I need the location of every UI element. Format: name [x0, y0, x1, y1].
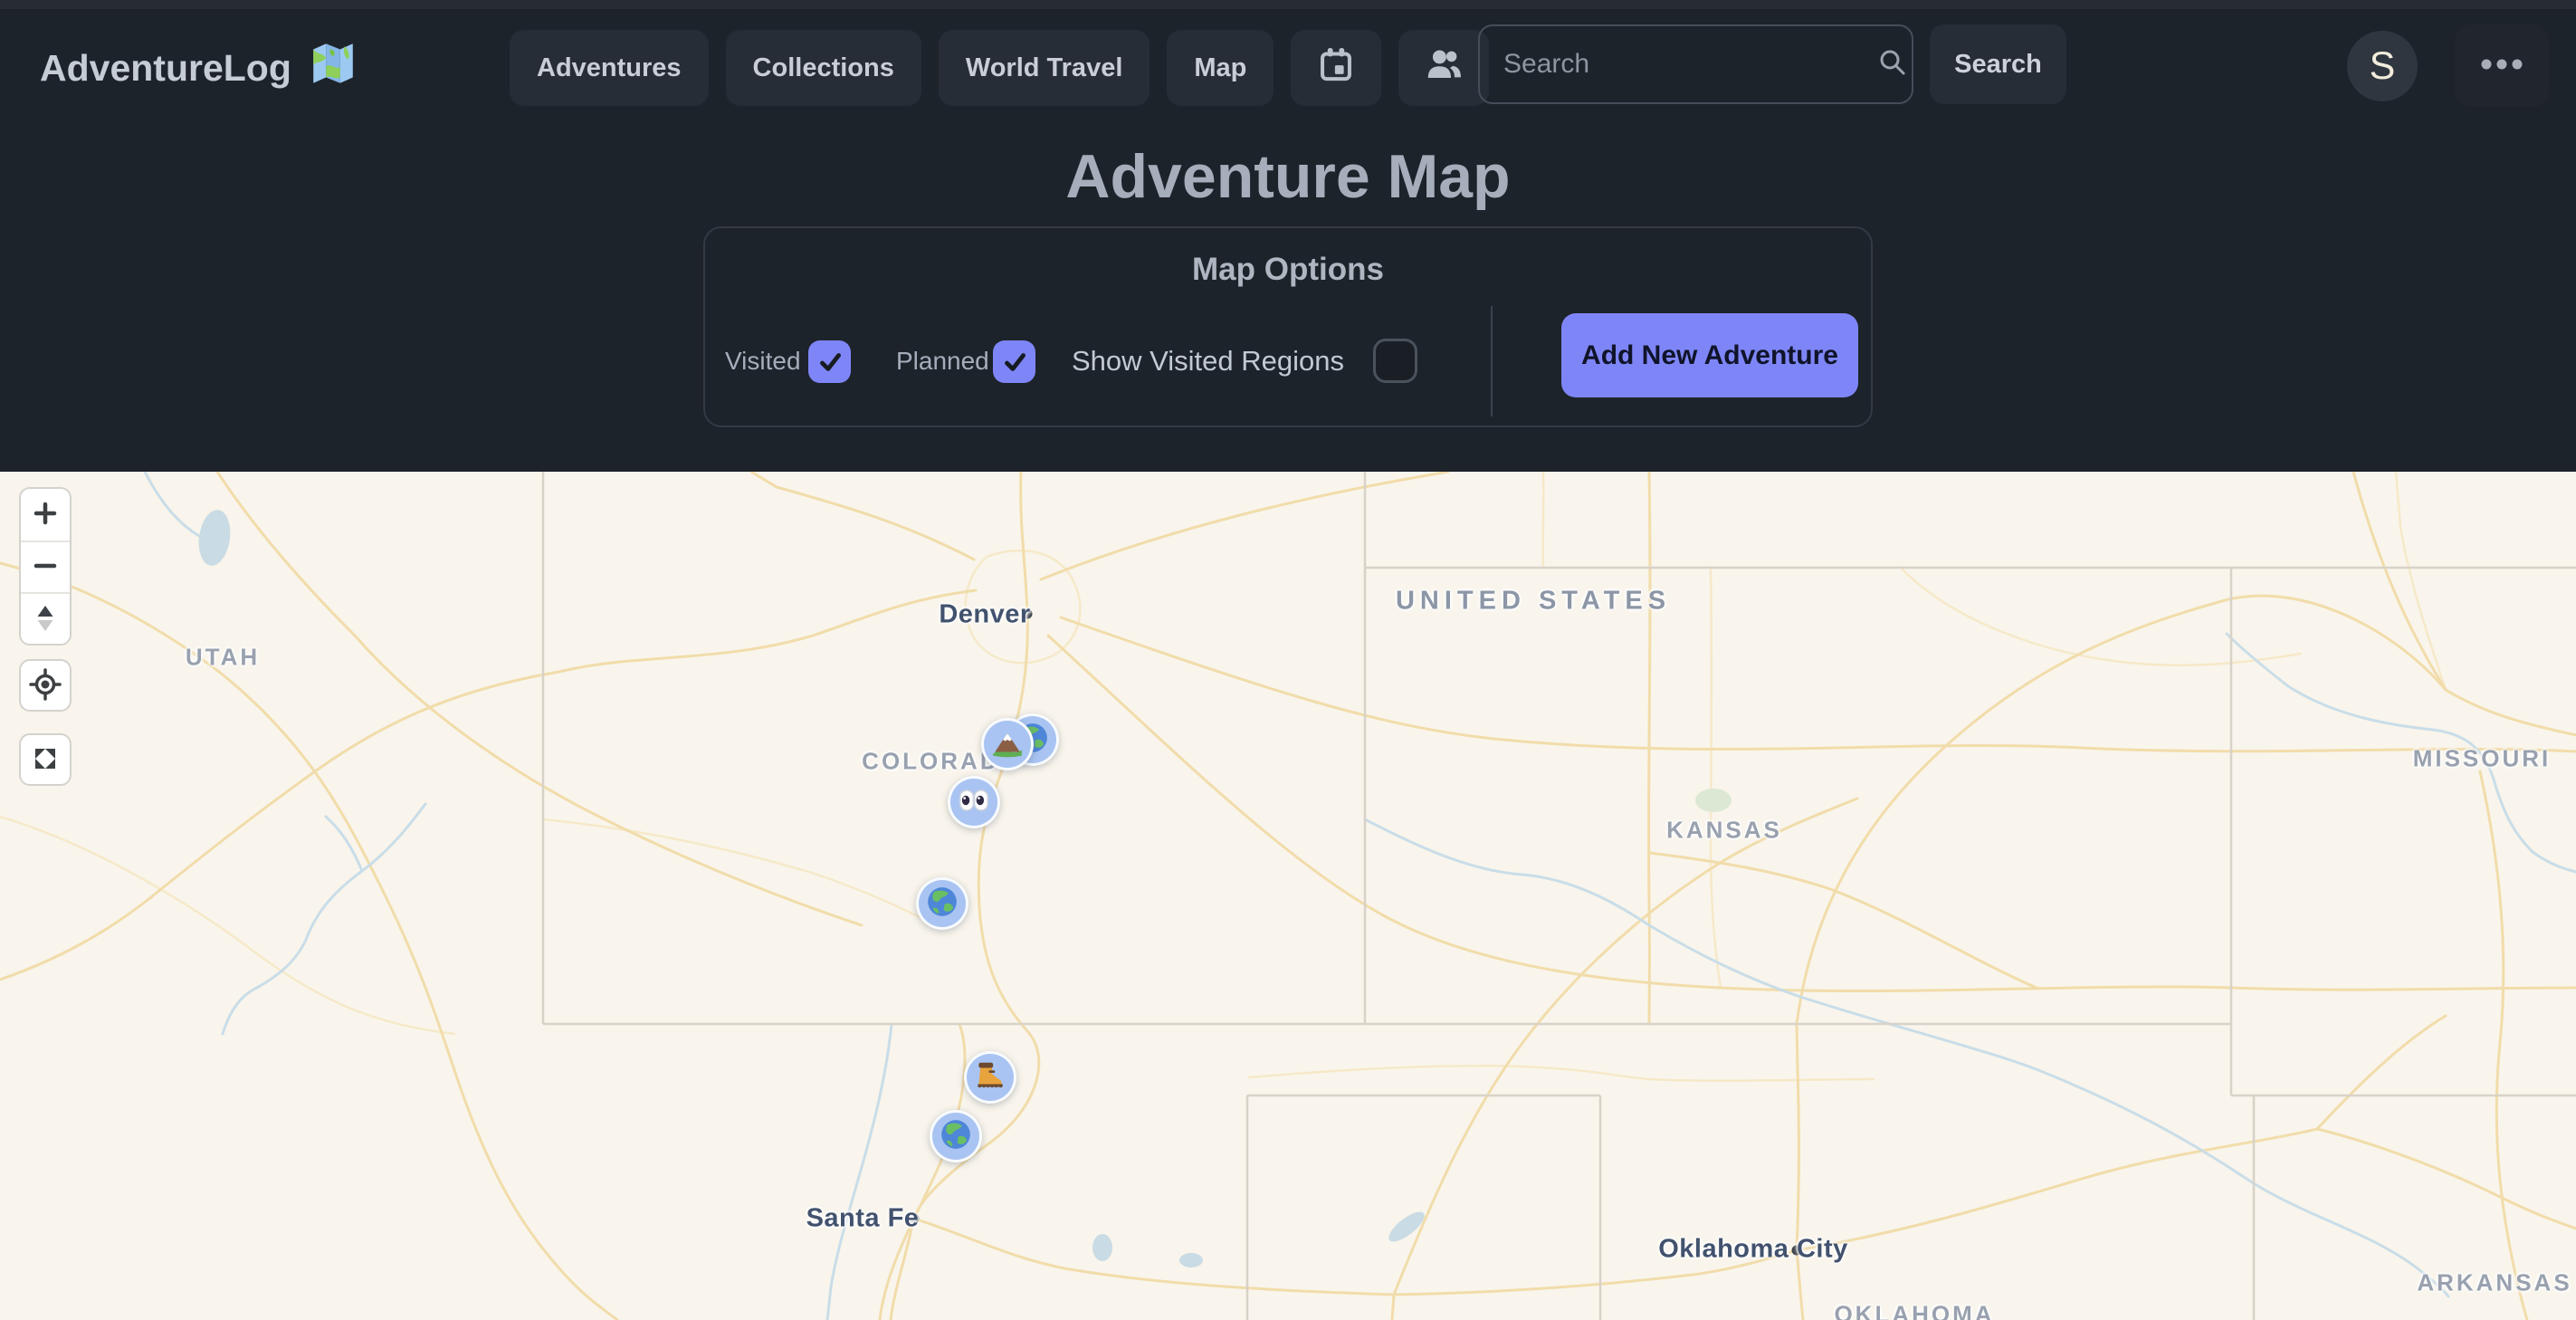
app-logo-text: AdventureLog: [40, 47, 291, 90]
map-city-label: Oklahoma City: [1658, 1235, 1848, 1265]
users-button[interactable]: [1398, 30, 1489, 106]
map-country-label: UNITED STATES: [1396, 587, 1671, 617]
zoom-out-icon: [29, 550, 62, 585]
show-visited-regions-checkbox[interactable]: [1373, 339, 1417, 383]
geolocate-button[interactable]: [19, 659, 72, 712]
zoom-out-button[interactable]: [21, 540, 70, 592]
users-icon: [1423, 43, 1465, 92]
main-nav: Adventures Collections World Travel Map: [510, 30, 1489, 106]
map-city-label: Denver: [939, 600, 1030, 630]
fullscreen-icon: [29, 742, 62, 778]
add-new-adventure-button[interactable]: Add New Adventure: [1561, 313, 1858, 397]
geolocate-icon: [28, 667, 62, 704]
map-options-title: Map Options: [705, 252, 1871, 288]
map-marker-eyes[interactable]: [948, 776, 1000, 828]
show-visited-regions-label: Show Visited Regions: [1072, 345, 1344, 378]
map-state-label: OKLAHOMA: [1834, 1301, 1994, 1320]
ellipsis-icon: [2479, 58, 2524, 73]
calendar-button[interactable]: [1291, 30, 1381, 106]
visited-checkbox[interactable]: [808, 340, 851, 383]
nav-collections-button[interactable]: Collections: [726, 30, 921, 106]
nav-adventures-button[interactable]: Adventures: [510, 30, 709, 106]
visited-toggle-label: Visited: [725, 347, 801, 376]
search-button[interactable]: Search: [1930, 24, 2066, 104]
zoom-in-icon: [29, 497, 62, 532]
map-state-label: MISSOURI: [2413, 745, 2552, 773]
app-navbar: AdventureLog Adventures Collections Worl…: [0, 0, 2576, 132]
search-box: [1478, 24, 1913, 104]
map-marker-earth[interactable]: [916, 877, 968, 930]
pitch-toggle-button[interactable]: [21, 592, 70, 644]
options-divider: [1491, 306, 1493, 416]
pitch-toggle-icon: [29, 601, 62, 636]
page-title: Adventure Map: [0, 138, 2576, 215]
map-state-label: UTAH: [186, 644, 260, 672]
boot-icon: [973, 1058, 1007, 1097]
calendar-icon: [1315, 43, 1357, 92]
app-logo[interactable]: AdventureLog: [40, 38, 358, 98]
nav-map-button[interactable]: Map: [1167, 30, 1274, 106]
eyes-icon: [957, 783, 991, 822]
zoom-in-button[interactable]: [21, 489, 70, 540]
mountain-icon: [990, 725, 1025, 764]
map-artwork: [0, 472, 2576, 1320]
search-input[interactable]: [1480, 49, 1876, 80]
map-city-label: Santa Fe: [806, 1204, 920, 1234]
map-marker-earth[interactable]: [930, 1110, 982, 1162]
earth-icon: [925, 885, 959, 923]
more-menu-button[interactable]: [2455, 24, 2549, 107]
map-emoji-icon: [308, 38, 358, 98]
nav-world-travel-button[interactable]: World Travel: [939, 30, 1150, 106]
map-zoom-controls: [19, 487, 72, 646]
user-avatar[interactable]: S: [2347, 31, 2418, 101]
map-canvas[interactable]: UNITED STATESUTAHCOLORADOKANSASMISSOURIO…: [0, 472, 2576, 1320]
planned-toggle-label: Planned: [896, 347, 989, 376]
search-icon: [1876, 46, 1909, 83]
earth-icon: [939, 1117, 973, 1156]
map-state-label: KANSAS: [1666, 817, 1782, 845]
avatar-initial: S: [2370, 44, 2396, 89]
map-marker-boot[interactable]: [964, 1051, 1016, 1104]
map-marker-mountain[interactable]: [981, 718, 1034, 770]
map-options-card: Map Options Visited Planned Show Visited…: [703, 226, 1873, 427]
map-state-label: ARKANSAS: [2417, 1269, 2571, 1297]
planned-checkbox[interactable]: [993, 340, 1035, 383]
fullscreen-button[interactable]: [19, 733, 72, 786]
